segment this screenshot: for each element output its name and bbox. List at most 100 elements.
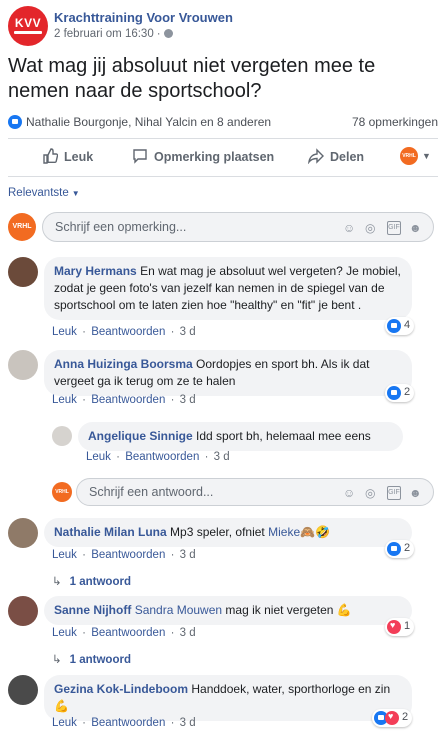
action-bar: Leuk Opmerking plaatsen Delen VRHL ▼ [8,142,438,174]
page-logo[interactable]: KVV [8,6,48,46]
post-header: KVV Krachttraining Voor Vrouwen 2 februa… [8,6,438,46]
like-button[interactable]: Leuk [42,148,93,164]
comment-reply-link[interactable]: Beantwoorden [91,549,165,561]
comment-age[interactable]: 3 d [180,717,196,729]
avatar[interactable] [8,675,38,705]
comment-meta: Leuk · Beantwoorden · 3 d [86,451,230,463]
like-reaction-icon [387,319,401,333]
comment-mention[interactable]: Mieke [268,525,300,539]
sticker-icon[interactable]: ☻ [409,221,423,235]
comment-text: Mp3 speler, ofniet [170,525,265,539]
comment-like-link[interactable]: Leuk [52,549,77,561]
comment-reactions[interactable]: 1 [385,618,415,636]
comment-bubble: Mary Hermans En wat mag je absoluut wel … [44,257,412,320]
gif-icon[interactable]: GIF [387,220,401,235]
avatar[interactable] [8,350,38,380]
reaction-count: 2 [402,711,409,723]
share-button[interactable]: Delen [308,148,364,164]
comment-mention[interactable]: Sandra Mouwen [135,603,222,617]
comment-like-link[interactable]: Leuk [52,394,77,406]
comment-age[interactable]: 3 d [180,627,196,639]
sort-label[interactable]: Relevantste [8,187,69,199]
gif-icon[interactable]: GIF [387,485,401,500]
comment-reply-link[interactable]: Beantwoorden [125,451,199,463]
comment-author[interactable]: Angelique Sinnige [88,429,193,443]
avatar[interactable] [8,518,38,548]
sort-dropdown[interactable]: Relevantste ▼ [8,187,80,199]
like-reaction-icon [387,386,401,400]
comment-author[interactable]: Sanne Nijhoff [54,603,131,617]
post-time-text[interactable]: 2 februari om 16:30 [54,28,154,40]
comment-meta: Leuk · Beantwoorden · 3 d [52,627,196,639]
page-name-link[interactable]: Krachttraining Voor Vrouwen [54,10,233,25]
comment-meta: Leuk · Beantwoorden · 3 d [52,549,196,561]
chevron-down-icon: ▼ [71,189,80,198]
post-time-separator: · [156,28,161,40]
comment-reply-link[interactable]: Beantwoorden [91,627,165,639]
comment-reply-link[interactable]: Beantwoorden [91,717,165,729]
comment-reply-link[interactable]: Beantwoorden [91,394,165,406]
meta-separator: · [204,451,209,463]
camera-icon[interactable]: ◎ [365,486,379,500]
post-timestamp[interactable]: 2 februari om 16:30 · [54,28,173,40]
comment-author[interactable]: Gezina Kok-Lindeboom [54,682,188,696]
like-reaction-icon [387,542,401,556]
avatar[interactable] [8,596,38,626]
profile-badge-icon: VRHL [400,147,418,165]
camera-icon[interactable]: ◎ [365,221,379,235]
reply-input-tools: ☺ ◎ GIF ☻ [335,485,423,500]
comment-age[interactable]: 3 d [214,451,230,463]
current-user-avatar: VRHL [8,213,36,241]
reaction-count: 4 [404,319,411,331]
comment-reply-link[interactable]: Beantwoorden [91,326,165,338]
meta-separator: · [82,627,86,639]
meta-separator: · [82,394,86,406]
comment-age[interactable]: 3 d [180,394,196,406]
comment-emoji: 💪 [336,603,352,617]
comment-reactions[interactable]: 2 [385,384,415,402]
avatar[interactable] [8,257,38,287]
like-button-label[interactable]: Leuk [64,150,93,164]
comment-input-tools: ☺ ◎ GIF ☻ [335,220,423,235]
replies-count[interactable]: 1 antwoord [70,576,131,588]
avatar[interactable] [52,426,72,446]
meta-separator: · [82,326,86,338]
view-replies-link[interactable]: ↳ 1 antwoord [52,652,131,666]
post-text: Wat mag jij absoluut niet vergeten mee t… [8,55,376,102]
emoji-icon[interactable]: ☺ [343,221,357,235]
comment-button[interactable]: Opmerking plaatsen [132,148,274,164]
comment-input[interactable]: Schrijf een opmerking... ☺ ◎ GIF ☻ [42,212,434,242]
sticker-icon[interactable]: ☻ [409,486,423,500]
comment-text: mag ik niet vergeten [225,603,334,617]
comment-age[interactable]: 3 d [180,326,196,338]
reply-input[interactable]: Schrijf een antwoord... ☺ ◎ GIF ☻ [76,478,434,506]
reactions-summary[interactable]: Nathalie Bourgonje, Nihal Yalcin en 8 an… [8,114,438,130]
comment-like-link[interactable]: Leuk [52,326,77,338]
comment-like-link[interactable]: Leuk [52,717,77,729]
comment-reactions[interactable]: 4 [385,317,415,335]
emoji-icon[interactable]: ☺ [343,486,357,500]
comment-reactions[interactable]: 2 [385,540,415,558]
comment-meta: Leuk · Beantwoorden · 3 d [52,394,196,406]
profile-switcher[interactable]: VRHL ▼ [400,147,431,165]
replies-count[interactable]: 1 antwoord [70,654,131,666]
comment-like-link[interactable]: Leuk [52,627,77,639]
comment-count-link[interactable]: 78 opmerkingen [352,115,438,129]
comment-meta: Leuk · Beantwoorden · 3 d [52,326,196,338]
comment-input-placeholder[interactable]: Schrijf een opmerking... [55,220,186,234]
meta-separator: · [116,451,120,463]
current-user-avatar: VRHL [52,482,72,502]
view-replies-link[interactable]: ↳ 1 antwoord [52,574,131,588]
comment-author[interactable]: Mary Hermans [54,264,137,278]
comment-like-link[interactable]: Leuk [86,451,111,463]
comment-author[interactable]: Nathalie Milan Luna [54,525,167,539]
reaction-names[interactable]: Nathalie Bourgonje, Nihal Yalcin en 8 an… [26,115,271,129]
comment-button-label[interactable]: Opmerking plaatsen [154,150,274,164]
comment-age[interactable]: 3 d [180,549,196,561]
comment-author[interactable]: Anna Huizinga Boorsma [54,357,193,371]
comment-reactions[interactable]: 2 [372,709,413,727]
reply-arrow-icon: ↳ [52,654,62,666]
meta-separator: · [170,627,175,639]
share-button-label[interactable]: Delen [330,150,364,164]
reply-input-placeholder[interactable]: Schrijf een antwoord... [89,485,213,499]
